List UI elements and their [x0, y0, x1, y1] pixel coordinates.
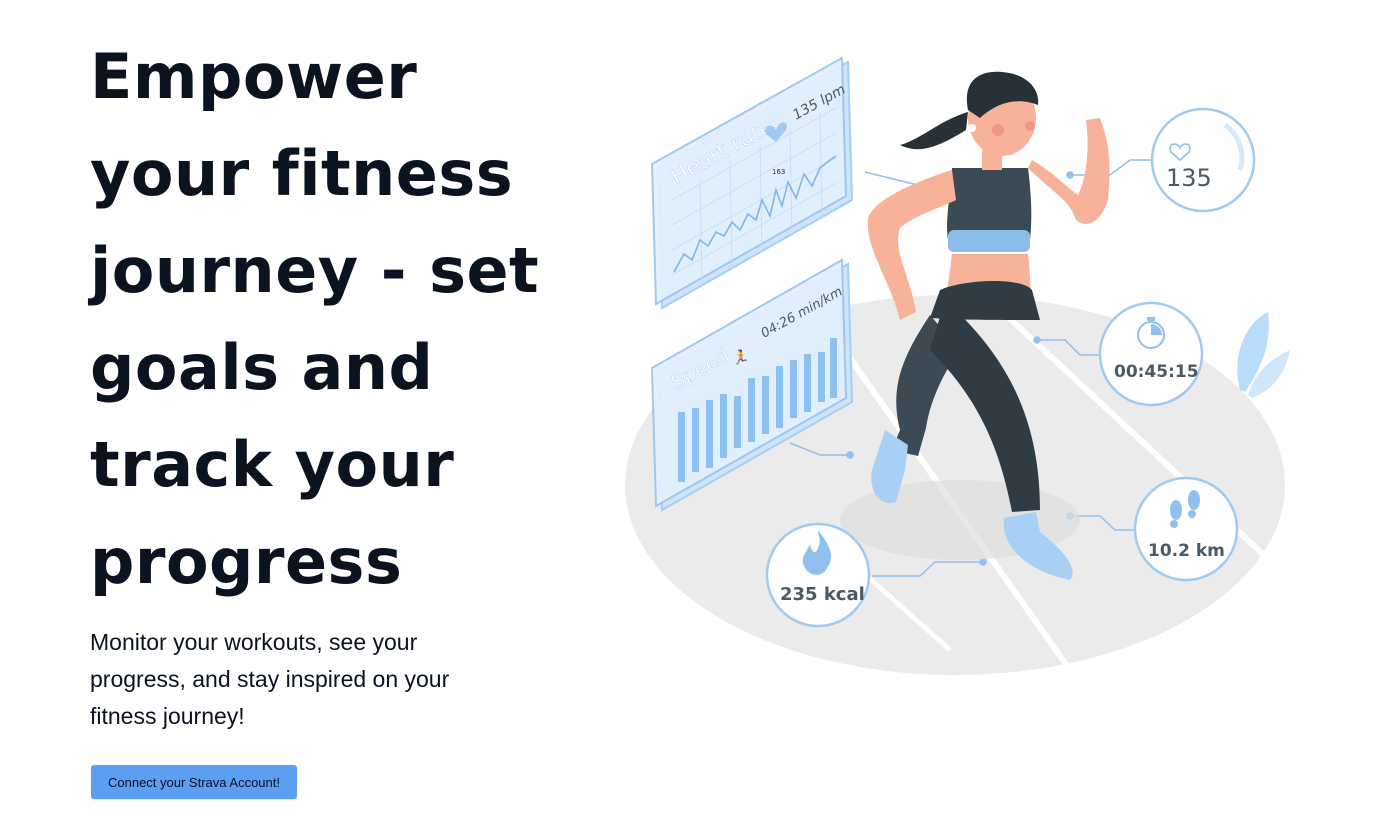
heart-chart-label: 163	[772, 168, 785, 176]
fitness-illustration: Heart rate 135 lpm 163 Speed 🏃 04:26 min…	[600, 50, 1300, 690]
headline-line: journey - set	[90, 234, 540, 307]
calories-badge-value: 235 kcal	[780, 584, 865, 605]
hero-subtitle: Monitor your workouts, see your progress…	[90, 629, 450, 729]
distance-badge-value: 10.2 km	[1148, 541, 1225, 561]
headline-line: Empower	[90, 40, 418, 113]
heart-badge-value: 135	[1166, 164, 1212, 192]
headline-line: track your	[90, 428, 455, 501]
hero-text: Empower your fitness journey - set goals…	[90, 28, 570, 735]
heart-rate-badge: 135	[1150, 107, 1256, 213]
headline-line: progress	[90, 525, 403, 598]
runner-illustration-svg: Heart rate 135 lpm 163 Speed 🏃 04:26 min…	[625, 56, 1290, 675]
timer-badge: 00:45:15	[1098, 301, 1204, 407]
plant-decoration	[1237, 312, 1290, 398]
headline-line: your fitness	[90, 137, 514, 210]
distance-badge: 10.2 km	[1133, 476, 1239, 582]
running-icon: 🏃	[732, 349, 749, 366]
page-headline: Empower your fitness journey - set goals…	[90, 28, 570, 610]
timer-badge-value: 00:45:15	[1114, 362, 1199, 382]
connect-strava-button[interactable]: Connect your Strava Account!	[91, 765, 297, 799]
calories-badge: 235 kcal	[765, 522, 871, 628]
headline-line: goals and	[90, 331, 434, 404]
